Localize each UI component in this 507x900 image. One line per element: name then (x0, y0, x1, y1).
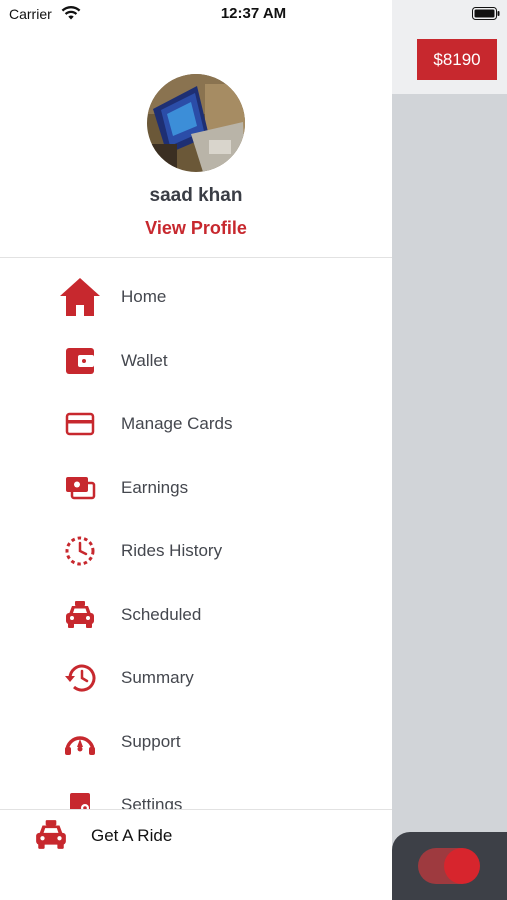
menu-item-manage-cards[interactable]: Manage Cards (0, 396, 392, 452)
balance-button[interactable]: $8190 (417, 39, 497, 80)
menu-item-support[interactable]: Support (0, 714, 392, 770)
menu-label: Summary (121, 668, 194, 687)
menu-label: Wallet (121, 351, 168, 370)
menu-label: Earnings (121, 478, 189, 497)
side-drawer: saad khan View Profile Home Wallet Manag… (0, 0, 392, 900)
history-icon (58, 658, 102, 698)
get-a-ride-label: Get A Ride (91, 826, 173, 845)
battery-icon (472, 7, 500, 20)
menu-item-wallet[interactable]: Wallet (0, 333, 392, 389)
status-bar: Carrier 12:37 AM (0, 0, 507, 28)
support-icon (58, 722, 102, 762)
home-icon (58, 277, 102, 317)
menu-label: Manage Cards (121, 414, 233, 433)
clock-icon (58, 531, 102, 571)
divider (0, 257, 392, 258)
menu-label: Home (121, 287, 167, 306)
menu-item-summary[interactable]: Summary (0, 650, 392, 706)
menu-item-home[interactable]: Home (0, 269, 392, 325)
taxi-icon (58, 595, 102, 635)
status-time: 12:37 AM (220, 5, 287, 22)
taxi-icon (36, 820, 66, 849)
menu-label: Support (121, 732, 181, 751)
settings-icon (58, 785, 102, 810)
menu-label: Scheduled (121, 605, 202, 624)
menu-label: Rides History (121, 541, 223, 560)
wallet-icon (58, 341, 102, 381)
online-toggle-knob[interactable] (444, 848, 480, 884)
view-profile-link[interactable]: View Profile (0, 218, 392, 239)
drawer-menu: Home Wallet Manage Cards Earnings Rides … (0, 265, 392, 810)
menu-item-settings[interactable]: Settings (0, 777, 392, 810)
menu-item-scheduled[interactable]: Scheduled (0, 587, 392, 643)
credit-card-icon (58, 404, 102, 444)
menu-item-rides-history[interactable]: Rides History (0, 523, 392, 579)
get-a-ride-button[interactable]: Get A Ride (0, 810, 392, 900)
menu-item-earnings[interactable]: Earnings (0, 460, 392, 516)
menu-label: Settings (121, 795, 183, 810)
earnings-icon (58, 468, 102, 508)
avatar[interactable] (147, 74, 245, 172)
user-name: saad khan (149, 185, 243, 206)
